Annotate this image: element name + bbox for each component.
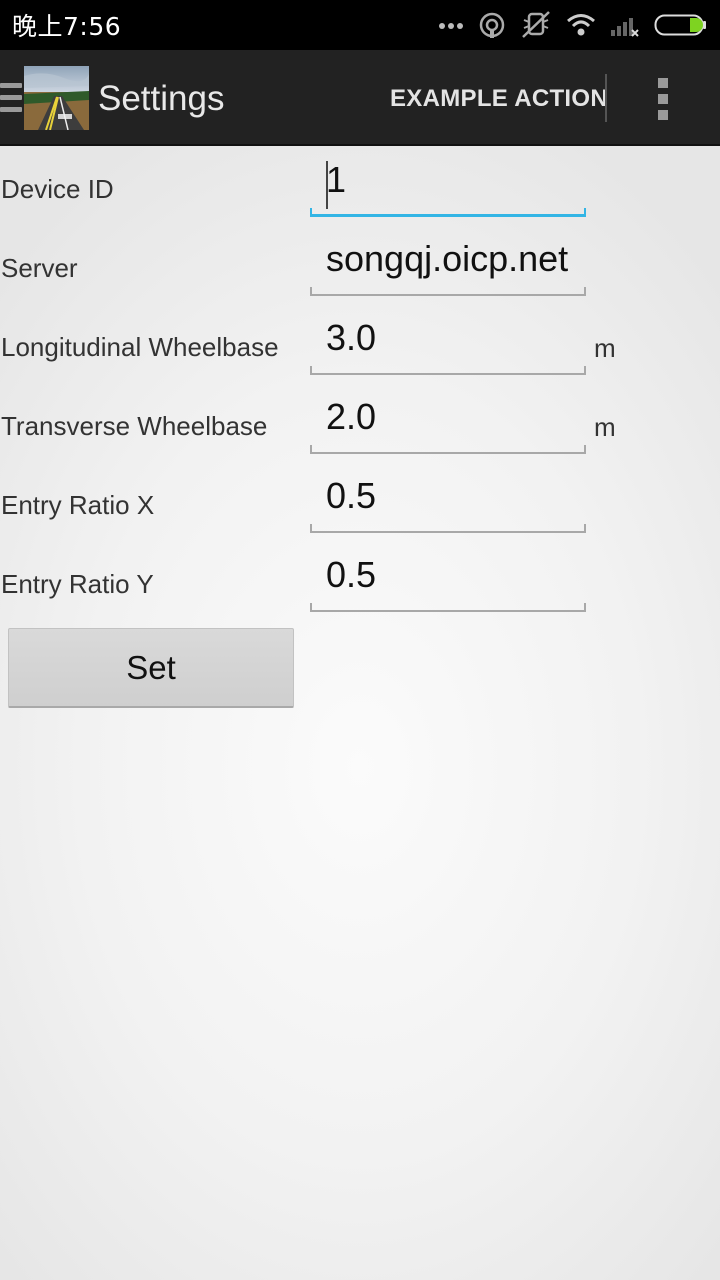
transverse-wheelbase-label: Transverse Wheelbase [1, 411, 268, 441]
longitudinal-wheelbase-input[interactable] [310, 315, 586, 369]
longitudinal-wheelbase-underline [310, 366, 586, 375]
action-divider [605, 74, 607, 122]
entry-ratio-x-input[interactable] [310, 473, 586, 527]
device-id-underline [310, 208, 586, 217]
set-button[interactable]: Set [8, 628, 294, 708]
status-bar: 晚上7:56 [0, 0, 720, 50]
overflow-menu-icon[interactable] [648, 74, 680, 124]
longitudinal-wheelbase-unit: m [594, 333, 616, 363]
server-label: Server [1, 253, 78, 283]
drawer-menu-icon[interactable] [0, 83, 22, 113]
silent-icon [522, 11, 550, 38]
page-title: Settings [98, 79, 225, 118]
app-logo[interactable] [24, 66, 89, 130]
wifi-icon [567, 14, 595, 36]
road-image-icon [24, 66, 89, 130]
server-input[interactable] [310, 236, 586, 290]
status-icons [438, 10, 708, 40]
entry-ratio-y-input[interactable] [310, 552, 586, 606]
device-id-input[interactable] [310, 157, 586, 211]
hotspot-icon [479, 12, 505, 38]
more-dots-icon [439, 23, 463, 29]
device-id-label: Device ID [1, 174, 114, 204]
signal-icon [611, 18, 639, 37]
entry-ratio-x-underline [310, 524, 586, 533]
longitudinal-wheelbase-label: Longitudinal Wheelbase [1, 332, 279, 362]
example-action-button[interactable]: EXAMPLE ACTION [390, 84, 608, 114]
transverse-wheelbase-input[interactable] [310, 394, 586, 448]
transverse-wheelbase-unit: m [594, 412, 616, 442]
entry-ratio-y-label: Entry Ratio Y [1, 569, 154, 599]
server-underline [310, 287, 586, 296]
text-cursor [326, 161, 328, 209]
action-bar: Settings EXAMPLE ACTION [0, 50, 720, 146]
transverse-wheelbase-underline [310, 445, 586, 454]
status-time: 晚上7:56 [12, 12, 122, 41]
battery-icon [654, 14, 706, 36]
entry-ratio-y-underline [310, 603, 586, 612]
entry-ratio-x-label: Entry Ratio X [1, 490, 155, 520]
